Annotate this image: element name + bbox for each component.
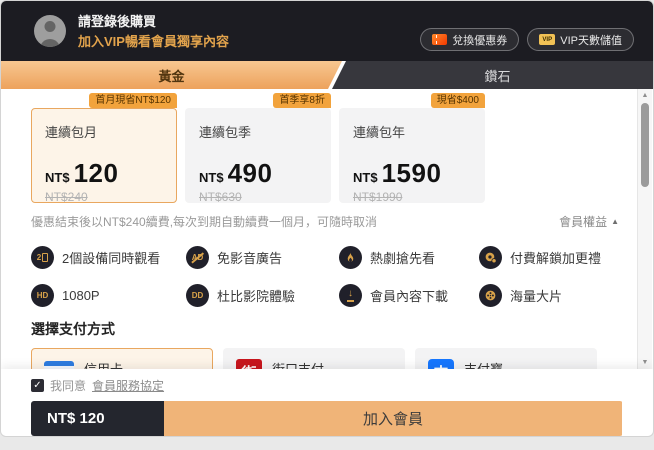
scroll-down-icon[interactable]: ▼	[638, 359, 652, 366]
plan-old-price: NT$1990	[353, 190, 403, 204]
header: 請登錄後購買 加入VIP暢看會員獨享內容 兌換優惠券 VIP VIP天數儲值	[1, 1, 653, 61]
renewal-note: 優惠結束後以NT$240續費,每次到期自動續費一個月，可隨時取消	[31, 215, 378, 229]
agree-label: 我同意	[50, 379, 87, 393]
unlock-gift-icon	[479, 245, 502, 269]
tab-diamond-label: 鑽石	[484, 68, 511, 84]
plan-old-price: NT$630	[199, 190, 242, 204]
plan-tabs: 鑽石 黃金	[1, 61, 653, 89]
benefit-label: 杜比影院體驗	[217, 288, 296, 304]
join-member-button[interactable]: 加入會員	[164, 401, 622, 436]
benefit-item: ↓ 會員內容下載	[339, 280, 479, 310]
plan-currency: NT$	[45, 170, 70, 185]
coupon-button-label: 兌換優惠券	[452, 34, 508, 47]
check-icon: ✓	[33, 380, 42, 391]
download-icon: ↓	[339, 283, 362, 307]
plan-badge: 首月現省NT$120	[89, 93, 177, 108]
agree-checkbox[interactable]: ✓	[31, 379, 44, 392]
benefit-label: 會員內容下載	[370, 288, 449, 304]
vip-topup-button[interactable]: VIP VIP天數儲值	[527, 28, 634, 51]
two-devices-icon: 2	[31, 245, 54, 269]
plan-currency: NT$	[199, 170, 224, 185]
plan-currency: NT$	[353, 170, 378, 185]
plan-old-price: NT$240	[45, 190, 88, 204]
benefits-toggle[interactable]: 會員權益 ▲	[559, 213, 619, 230]
plan-title: 連續包年	[353, 125, 406, 140]
plan-title: 連續包月	[45, 125, 98, 140]
plan-title: 連續包季	[199, 125, 252, 140]
avatar	[34, 15, 66, 47]
plan-card-yearly[interactable]: 現省$400 連續包年 NT$ 1590 NT$1990	[339, 93, 485, 204]
benefit-label: 付費解鎖加更禮	[510, 250, 602, 266]
main-content: 首月現省NT$120 連續包月 NT$ 120 NT$240 首季享8折 連續包…	[1, 93, 653, 404]
checkout-footer: ✓ 我同意 會員服務協定 NT$ 120 加入會員	[1, 369, 653, 436]
plan-badge: 首季享8折	[273, 93, 331, 108]
plan-price: 1590	[381, 158, 442, 188]
tab-diamond[interactable]: 鑽石	[342, 61, 653, 89]
benefit-item: DD 杜比影院體驗	[186, 280, 339, 310]
benefit-item: 2 2個設備同時觀看	[31, 242, 186, 272]
vip-purchase-modal: 請登錄後購買 加入VIP暢看會員獨享內容 兌換優惠券 VIP VIP天數儲值 鑽…	[0, 0, 654, 437]
benefit-item: AD 免影音廣告	[186, 242, 339, 272]
benefit-label: 1080P	[62, 287, 100, 303]
vip-subtitle: 加入VIP暢看會員獨享內容	[78, 33, 229, 49]
plan-price: 490	[227, 158, 273, 188]
no-ads-icon: AD	[186, 245, 209, 269]
benefit-label: 熱劇搶先看	[370, 250, 436, 266]
scrollbar[interactable]: ▲ ▼	[637, 89, 652, 369]
benefit-label: 免影音廣告	[217, 250, 283, 266]
benefit-item: 熱劇搶先看	[339, 242, 479, 272]
scroll-up-icon[interactable]: ▲	[638, 92, 652, 99]
benefits-grid: 2 2個設備同時觀看 AD 免影音廣告 熱劇搶先看 付費解鎖加	[31, 242, 623, 310]
benefit-item: HD 1080P	[31, 280, 186, 310]
film-reel-icon	[479, 283, 502, 307]
flame-icon	[339, 245, 362, 269]
coupon-icon	[432, 34, 448, 45]
plan-card-monthly[interactable]: 首月現省NT$120 連續包月 NT$ 120 NT$240	[31, 93, 177, 204]
plan-cards: 首月現省NT$120 連續包月 NT$ 120 NT$240 首季享8折 連續包…	[31, 93, 623, 204]
vip-card-icon: VIP	[539, 34, 556, 45]
plan-card-quarterly[interactable]: 首季享8折 連續包季 NT$ 490 NT$630	[185, 93, 331, 204]
benefit-item: 海量大片	[479, 280, 623, 310]
tab-gold[interactable]: 黃金	[1, 61, 342, 89]
hd-icon: HD	[31, 283, 54, 307]
scrollbar-thumb[interactable]	[641, 103, 649, 187]
benefit-item: 付費解鎖加更禮	[479, 242, 623, 272]
plan-price: 120	[73, 158, 119, 188]
tab-gold-label: 黃金	[158, 68, 185, 84]
avatar-person-icon	[44, 21, 56, 32]
payment-heading: 選擇支付方式	[31, 321, 115, 337]
total-price: NT$ 120	[31, 401, 164, 436]
benefit-label: 海量大片	[510, 288, 563, 304]
plan-badge: 現省$400	[430, 93, 485, 108]
benefit-label: 2個設備同時觀看	[62, 250, 161, 266]
redeem-coupon-button[interactable]: 兌換優惠券	[420, 28, 520, 51]
agreement-link[interactable]: 會員服務協定	[92, 377, 164, 394]
login-prompt: 請登錄後購買	[78, 13, 157, 29]
dolby-icon: DD	[186, 283, 209, 307]
benefits-toggle-label: 會員權益	[559, 215, 608, 229]
topup-button-label: VIP天數儲值	[560, 34, 622, 47]
chevron-up-icon: ▲	[611, 217, 619, 226]
